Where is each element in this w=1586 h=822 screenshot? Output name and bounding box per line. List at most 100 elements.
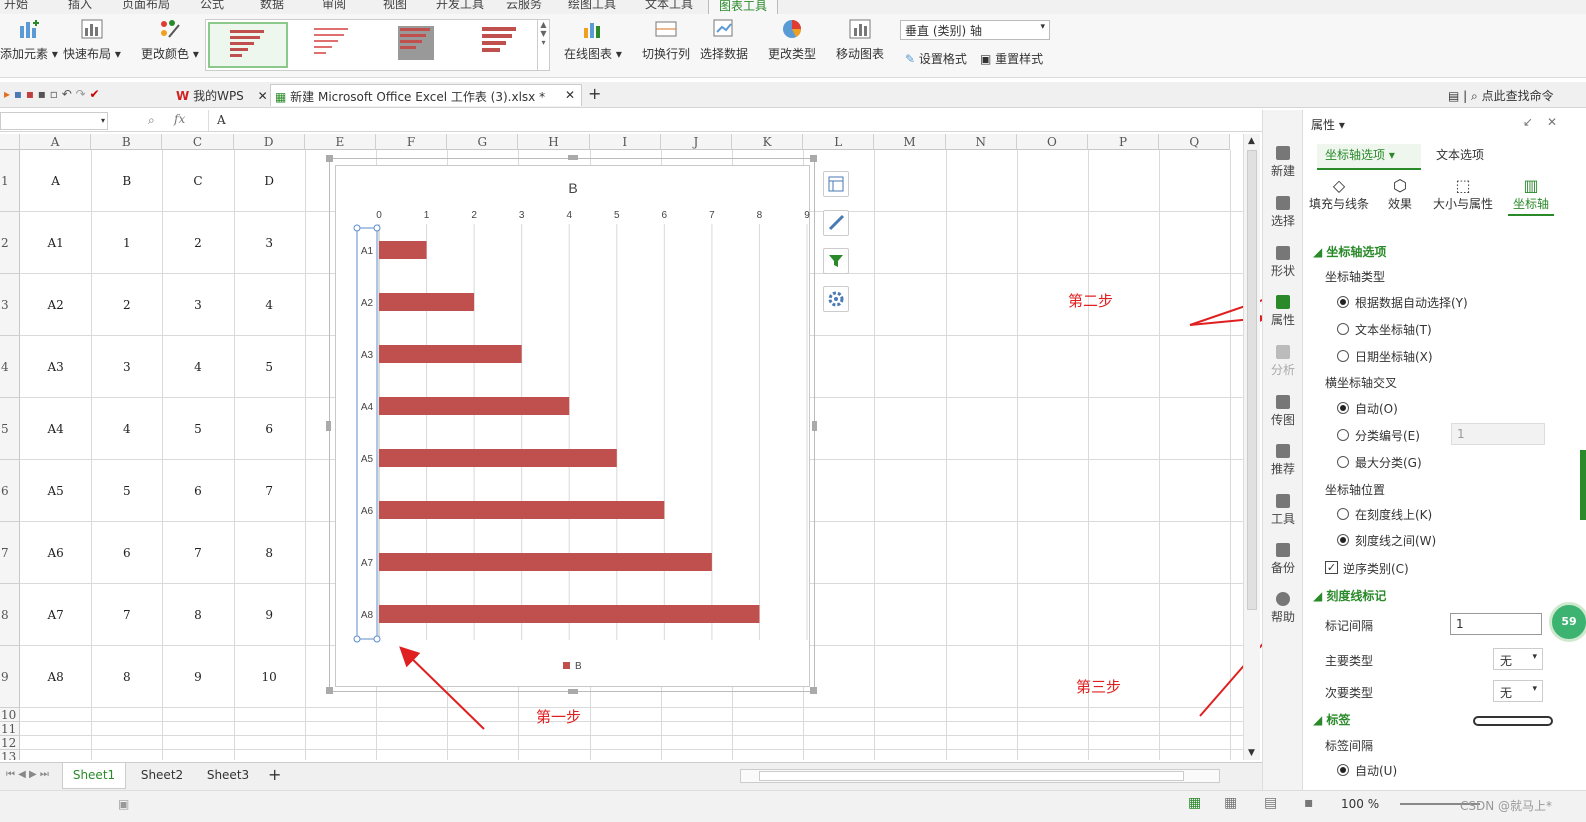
row-header[interactable]: 5: [0, 398, 20, 460]
tab-drawing-tools[interactable]: 绘图工具: [568, 0, 616, 12]
side-new[interactable]: 新建: [1263, 146, 1303, 179]
row-header[interactable]: 8: [0, 584, 20, 646]
section-axis-options[interactable]: ◢ 坐标轴选项: [1313, 243, 1386, 260]
chart-elements-button[interactable]: [823, 171, 849, 197]
resize-handle[interactable]: [568, 155, 578, 160]
sheet-tab-1[interactable]: Sheet1: [62, 763, 126, 789]
sheet-tab-2[interactable]: Sheet2: [132, 768, 192, 782]
sheet-tab-3[interactable]: Sheet3: [198, 768, 258, 782]
cell[interactable]: A6: [20, 522, 91, 584]
column-header[interactable]: L: [803, 134, 875, 150]
column-header[interactable]: F: [376, 134, 448, 150]
cell[interactable]: 7: [91, 584, 162, 646]
subtab-fill-line[interactable]: ◇ 填充与线条: [1309, 176, 1369, 212]
column-header[interactable]: I: [589, 134, 661, 150]
tab-my-wps[interactable]: W 我的WPS ✕: [172, 84, 272, 106]
row-header[interactable]: 1: [0, 150, 20, 212]
column-header[interactable]: H: [518, 134, 590, 150]
section-labels[interactable]: ◢ 标签: [1313, 711, 1350, 728]
page-break-view-icon[interactable]: ▤: [1264, 795, 1277, 811]
select-data-button[interactable]: 选择数据: [700, 18, 748, 62]
chart-filter-button[interactable]: [823, 248, 849, 274]
formula-input[interactable]: A: [208, 110, 1258, 131]
redo-icon[interactable]: ↷: [76, 87, 86, 101]
online-chart-button[interactable]: 在线图表 ▾: [564, 18, 622, 62]
print-icon[interactable]: ▪: [38, 87, 46, 101]
close-icon[interactable]: ✕: [565, 88, 575, 102]
radio-text-axis[interactable]: [1337, 323, 1349, 335]
side-shape[interactable]: 形状: [1263, 246, 1303, 279]
row-header[interactable]: 6: [0, 460, 20, 522]
cell[interactable]: 8: [162, 584, 233, 646]
resize-handle[interactable]: [810, 155, 817, 162]
column-header[interactable]: O: [1016, 134, 1088, 150]
cell[interactable]: 4: [162, 336, 233, 398]
tab-home[interactable]: 开始: [4, 0, 28, 12]
name-box[interactable]: ▾: [0, 112, 108, 130]
cell[interactable]: 1: [91, 212, 162, 274]
pdf-icon[interactable]: ▪: [26, 87, 34, 101]
vertical-scrollbar[interactable]: ▲ ▼: [1243, 134, 1260, 760]
side-property[interactable]: 属性: [1263, 295, 1303, 328]
zoom-level[interactable]: 100 %: [1341, 797, 1379, 811]
column-header[interactable]: A: [20, 134, 92, 150]
column-header[interactable]: M: [874, 134, 946, 150]
tab-review[interactable]: 审阅: [322, 0, 346, 12]
cell[interactable]: 2: [162, 212, 233, 274]
resize-handle[interactable]: [326, 421, 331, 431]
cross-category-input[interactable]: 1: [1451, 423, 1545, 445]
resize-handle[interactable]: [810, 687, 817, 694]
find-command[interactable]: ▤ | ⌕ 点此查找命令: [1444, 84, 1558, 106]
tab-chart-tools[interactable]: 图表工具: [708, 0, 779, 14]
add-element-button[interactable]: 添加元素 ▾: [0, 18, 58, 62]
row-header[interactable]: 7: [0, 522, 20, 584]
resize-handle[interactable]: [812, 421, 817, 431]
radio-cross-category[interactable]: [1337, 429, 1349, 441]
major-type-select[interactable]: 无 ▾: [1493, 648, 1543, 670]
column-header[interactable]: J: [660, 134, 732, 150]
tick-interval-input[interactable]: 1: [1450, 613, 1542, 635]
cell[interactable]: 6: [162, 460, 233, 522]
cell[interactable]: 6: [91, 522, 162, 584]
cell[interactable]: A7: [20, 584, 91, 646]
change-color-button[interactable]: 更改颜色 ▾: [141, 18, 199, 62]
column-header[interactable]: P: [1088, 134, 1160, 150]
chart-style-3[interactable]: [378, 22, 458, 68]
tab-insert[interactable]: 插入: [68, 0, 92, 12]
subtab-axis[interactable]: ▥ 坐标轴: [1508, 176, 1554, 216]
chart-style-button[interactable]: [823, 210, 849, 236]
add-sheet-button[interactable]: +: [268, 765, 281, 784]
chart-element-select[interactable]: 垂直 (类别) 轴 ▾: [900, 20, 1050, 40]
select-all-corner[interactable]: [0, 134, 20, 150]
resize-handle[interactable]: [326, 155, 333, 162]
cell[interactable]: 7: [234, 460, 305, 522]
radio-date-axis[interactable]: [1337, 350, 1349, 362]
progress-badge[interactable]: 59: [1549, 602, 1586, 642]
close-icon[interactable]: ✕: [1547, 115, 1557, 129]
quick-layout-button[interactable]: 快速布局 ▾: [63, 18, 121, 62]
column-header[interactable]: Q: [1159, 134, 1231, 150]
undo-icon[interactable]: ↶: [62, 87, 72, 101]
cell[interactable]: D: [234, 150, 305, 212]
chart-style-4[interactable]: [462, 22, 542, 68]
radio-on-tick[interactable]: [1337, 508, 1349, 520]
column-header[interactable]: E: [304, 134, 376, 150]
row-header[interactable]: 4: [0, 336, 20, 398]
side-analyze[interactable]: 分析: [1263, 345, 1303, 378]
cell[interactable]: A: [20, 150, 91, 212]
switch-row-col-button[interactable]: 切换行列: [642, 18, 690, 62]
radio-auto-select[interactable]: [1337, 296, 1349, 308]
side-upload[interactable]: 传图: [1263, 395, 1303, 428]
row-header[interactable]: 3: [0, 274, 20, 336]
cell[interactable]: 7: [162, 522, 233, 584]
cell[interactable]: 5: [234, 336, 305, 398]
tab-developer[interactable]: 开发工具: [436, 0, 484, 12]
cell[interactable]: 8: [234, 522, 305, 584]
cell[interactable]: A4: [20, 398, 91, 460]
hscroll-thumb[interactable]: [759, 771, 1184, 781]
close-icon[interactable]: ✕: [258, 89, 268, 103]
horizontal-scrollbar[interactable]: [740, 769, 1220, 783]
resize-handle[interactable]: [326, 687, 333, 694]
pin-icon[interactable]: ↙: [1523, 115, 1533, 129]
line-style-preview[interactable]: [1473, 716, 1553, 726]
